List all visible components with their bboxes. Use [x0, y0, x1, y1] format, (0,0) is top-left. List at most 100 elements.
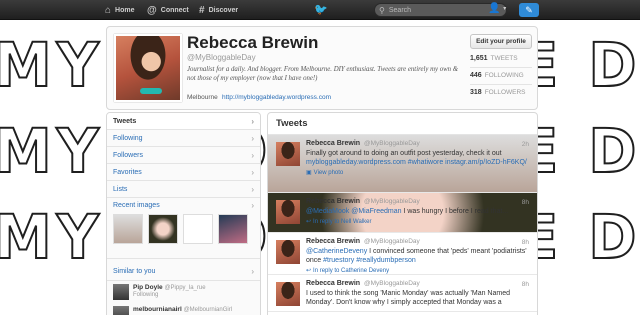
profile-sidebar: Tweets › Following › Followers › Favorit… — [106, 112, 261, 315]
tweet-timestamp[interactable]: 2h — [522, 141, 529, 148]
chevron-right-icon: › — [251, 116, 254, 126]
recent-image-thumbnail[interactable] — [218, 214, 248, 244]
similar-user[interactable]: melbournianairl @MelbournianGirl — [107, 303, 260, 315]
similar-user-handle: @MelbournianGirl — [183, 307, 233, 313]
recent-image-thumbnail[interactable] — [148, 214, 178, 244]
tweet-author-name: Rebecca Brewin — [306, 238, 361, 245]
similar-user-display-name: melbournianairl — [133, 306, 182, 313]
photo-icon: ▣ — [306, 170, 312, 176]
reply-icon: ↩ — [306, 268, 312, 274]
chevron-right-icon: › — [251, 201, 254, 210]
user-menu[interactable]: 👤 ▾ — [488, 3, 506, 14]
avatar[interactable] — [113, 284, 129, 300]
in-reply-to-link[interactable]: ↩ In reply to Catherine Deveny — [306, 267, 529, 274]
tweet[interactable]: Rebecca Brewin @MyBloggableDay 8h @Cathe… — [268, 233, 537, 275]
sidebar-item-tweets[interactable]: Tweets › — [107, 113, 260, 130]
compose-button[interactable]: ✎ — [519, 3, 539, 17]
similar-user-handle: @Pippy_la_rue — [164, 285, 206, 291]
tweet-author[interactable]: Rebecca Brewin @MyBloggableDay — [306, 198, 529, 205]
tweet-author-handle: @MyBloggableDay — [364, 280, 420, 287]
at-icon: @ — [147, 4, 157, 16]
avatar[interactable] — [276, 282, 300, 306]
tweet-timestamp[interactable]: 8h — [522, 239, 529, 246]
tweet-text: Finally got around to doing an outfit po… — [306, 149, 529, 167]
tweet-timestamp[interactable]: 8h — [522, 199, 529, 206]
in-reply-to-label: In reply to Nell Walker — [313, 219, 372, 225]
avatar[interactable] — [276, 240, 300, 264]
similar-to-you-link[interactable]: Similar to you › — [107, 263, 260, 281]
similar-user-display-name: Pip Doyle — [133, 284, 163, 291]
tweet-link[interactable]: mybloggableday.wordpress.com #whatiwore … — [306, 159, 527, 166]
nav-home[interactable]: ⌂ Home — [105, 0, 135, 20]
chevron-right-icon: › — [251, 184, 254, 194]
tweet[interactable]: Rebecca Brewin @MyBloggableDay 8h I used… — [268, 275, 537, 312]
tweets-heading: Tweets — [268, 113, 537, 135]
sidebar-item-followers[interactable]: Followers › — [107, 147, 260, 164]
similar-user-status: Following — [133, 292, 159, 298]
recent-image-thumbnail[interactable] — [183, 214, 213, 244]
user-icon: 👤 — [488, 3, 501, 14]
tweet-author-name: Rebecca Brewin — [306, 198, 361, 205]
tweet-author[interactable]: Rebecca Brewin @MyBloggableDay — [306, 140, 529, 147]
view-photo-link[interactable]: ▣ View photo — [306, 169, 529, 176]
profile-card: Rebecca Brewin @MyBloggableDay Journalis… — [106, 26, 538, 110]
stat-tweets-label: TWEETS — [490, 55, 518, 62]
tweet-timestamp[interactable]: 8h — [522, 281, 529, 288]
compose-icon: ✎ — [525, 4, 533, 15]
tweet-author-name: Rebecca Brewin — [306, 280, 361, 287]
profile-bio: Journalist for a daily. And blogger. Fro… — [187, 66, 459, 82]
sidebar-item-label: Favorites — [113, 168, 142, 176]
sidebar-item-favorites[interactable]: Favorites › — [107, 164, 260, 181]
tweet-author-handle: @MyBloggableDay — [364, 238, 420, 245]
recent-images-link[interactable]: Recent images — [113, 202, 254, 209]
tweet[interactable]: Rebecca Brewin @MyBloggableDay 8h @Media… — [268, 193, 537, 233]
recent-images-section: Recent images › — [107, 198, 260, 259]
tweet[interactable]: Rebecca Brewin @MyBloggableDay 2h Finall… — [268, 135, 537, 193]
nav-connect[interactable]: @ Connect — [147, 0, 189, 20]
avatar-necklace — [140, 88, 162, 94]
tweet-mention[interactable]: @MediaMook @MiaFreedman — [306, 208, 402, 215]
tweet-author-name: Rebecca Brewin — [306, 140, 361, 147]
top-navigation-bar: ⌂ Home @ Connect # Discover 🐦 ⚲ Search 👤… — [0, 0, 640, 20]
chevron-right-icon: › — [251, 167, 254, 177]
sidebar-item-label: Following — [113, 134, 143, 142]
avatar[interactable] — [276, 200, 300, 224]
reply-icon: ↩ — [306, 219, 312, 225]
tweet-text: @MediaMook @MiaFreedman I was hungry I b… — [306, 207, 529, 216]
edit-profile-button[interactable]: Edit your profile — [470, 34, 532, 49]
avatar[interactable] — [113, 306, 129, 315]
stat-tweets[interactable]: 1,651 TWEETS — [470, 55, 518, 62]
divider — [470, 84, 532, 85]
tweet-text: @CatherineDeveny I convinced someone tha… — [306, 247, 529, 265]
stat-tweets-value: 1,651 — [470, 55, 488, 62]
profile-url[interactable]: http://mybloggableday.wordpress.com — [222, 94, 331, 101]
recent-image-thumbnail[interactable] — [113, 214, 143, 244]
sidebar-item-label: Lists — [113, 185, 128, 193]
similar-to-you-label: Similar to you — [113, 268, 156, 275]
chevron-right-icon: › — [251, 150, 254, 160]
sidebar-item-lists[interactable]: Lists › — [107, 181, 260, 198]
chevron-right-icon: › — [251, 133, 254, 143]
stat-following-label: FOLLOWING — [484, 72, 524, 79]
avatar[interactable] — [276, 142, 300, 166]
tweet-text-body: I used to think the song 'Manic Monday' … — [306, 290, 511, 306]
tweet-mention[interactable]: @CatherineDeveny — [306, 248, 367, 255]
sidebar-item-following[interactable]: Following › — [107, 130, 260, 147]
view-photo-label: View photo — [313, 170, 344, 176]
stat-following[interactable]: 446 FOLLOWING — [470, 72, 524, 79]
tweet-author[interactable]: Rebecca Brewin @MyBloggableDay — [306, 280, 529, 287]
chevron-down-icon: ▾ — [503, 5, 507, 12]
in-reply-to-link[interactable]: ↩ In reply to Nell Walker — [306, 218, 529, 225]
sidebar-item-label: Followers — [113, 151, 143, 159]
bird-icon[interactable]: 🐦 — [314, 3, 328, 16]
profile-avatar[interactable] — [114, 34, 182, 102]
stat-following-value: 446 — [470, 72, 482, 79]
nav-discover[interactable]: # Discover — [199, 0, 238, 20]
tweet-hashtags[interactable]: #truestory #reallydumbperson — [323, 257, 416, 264]
tweet-author[interactable]: Rebecca Brewin @MyBloggableDay — [306, 238, 529, 245]
similar-user[interactable]: Pip Doyle @Pippy_la_rue Following — [107, 281, 260, 303]
in-reply-to-label: In reply to Catherine Deveny — [313, 268, 390, 274]
tweet-text-body: Finally got around to doing an outfit po… — [306, 150, 502, 157]
similar-user-name: Pip Doyle @Pippy_la_rue — [133, 284, 260, 291]
stat-followers[interactable]: 318 FOLLOWERS — [470, 89, 526, 96]
